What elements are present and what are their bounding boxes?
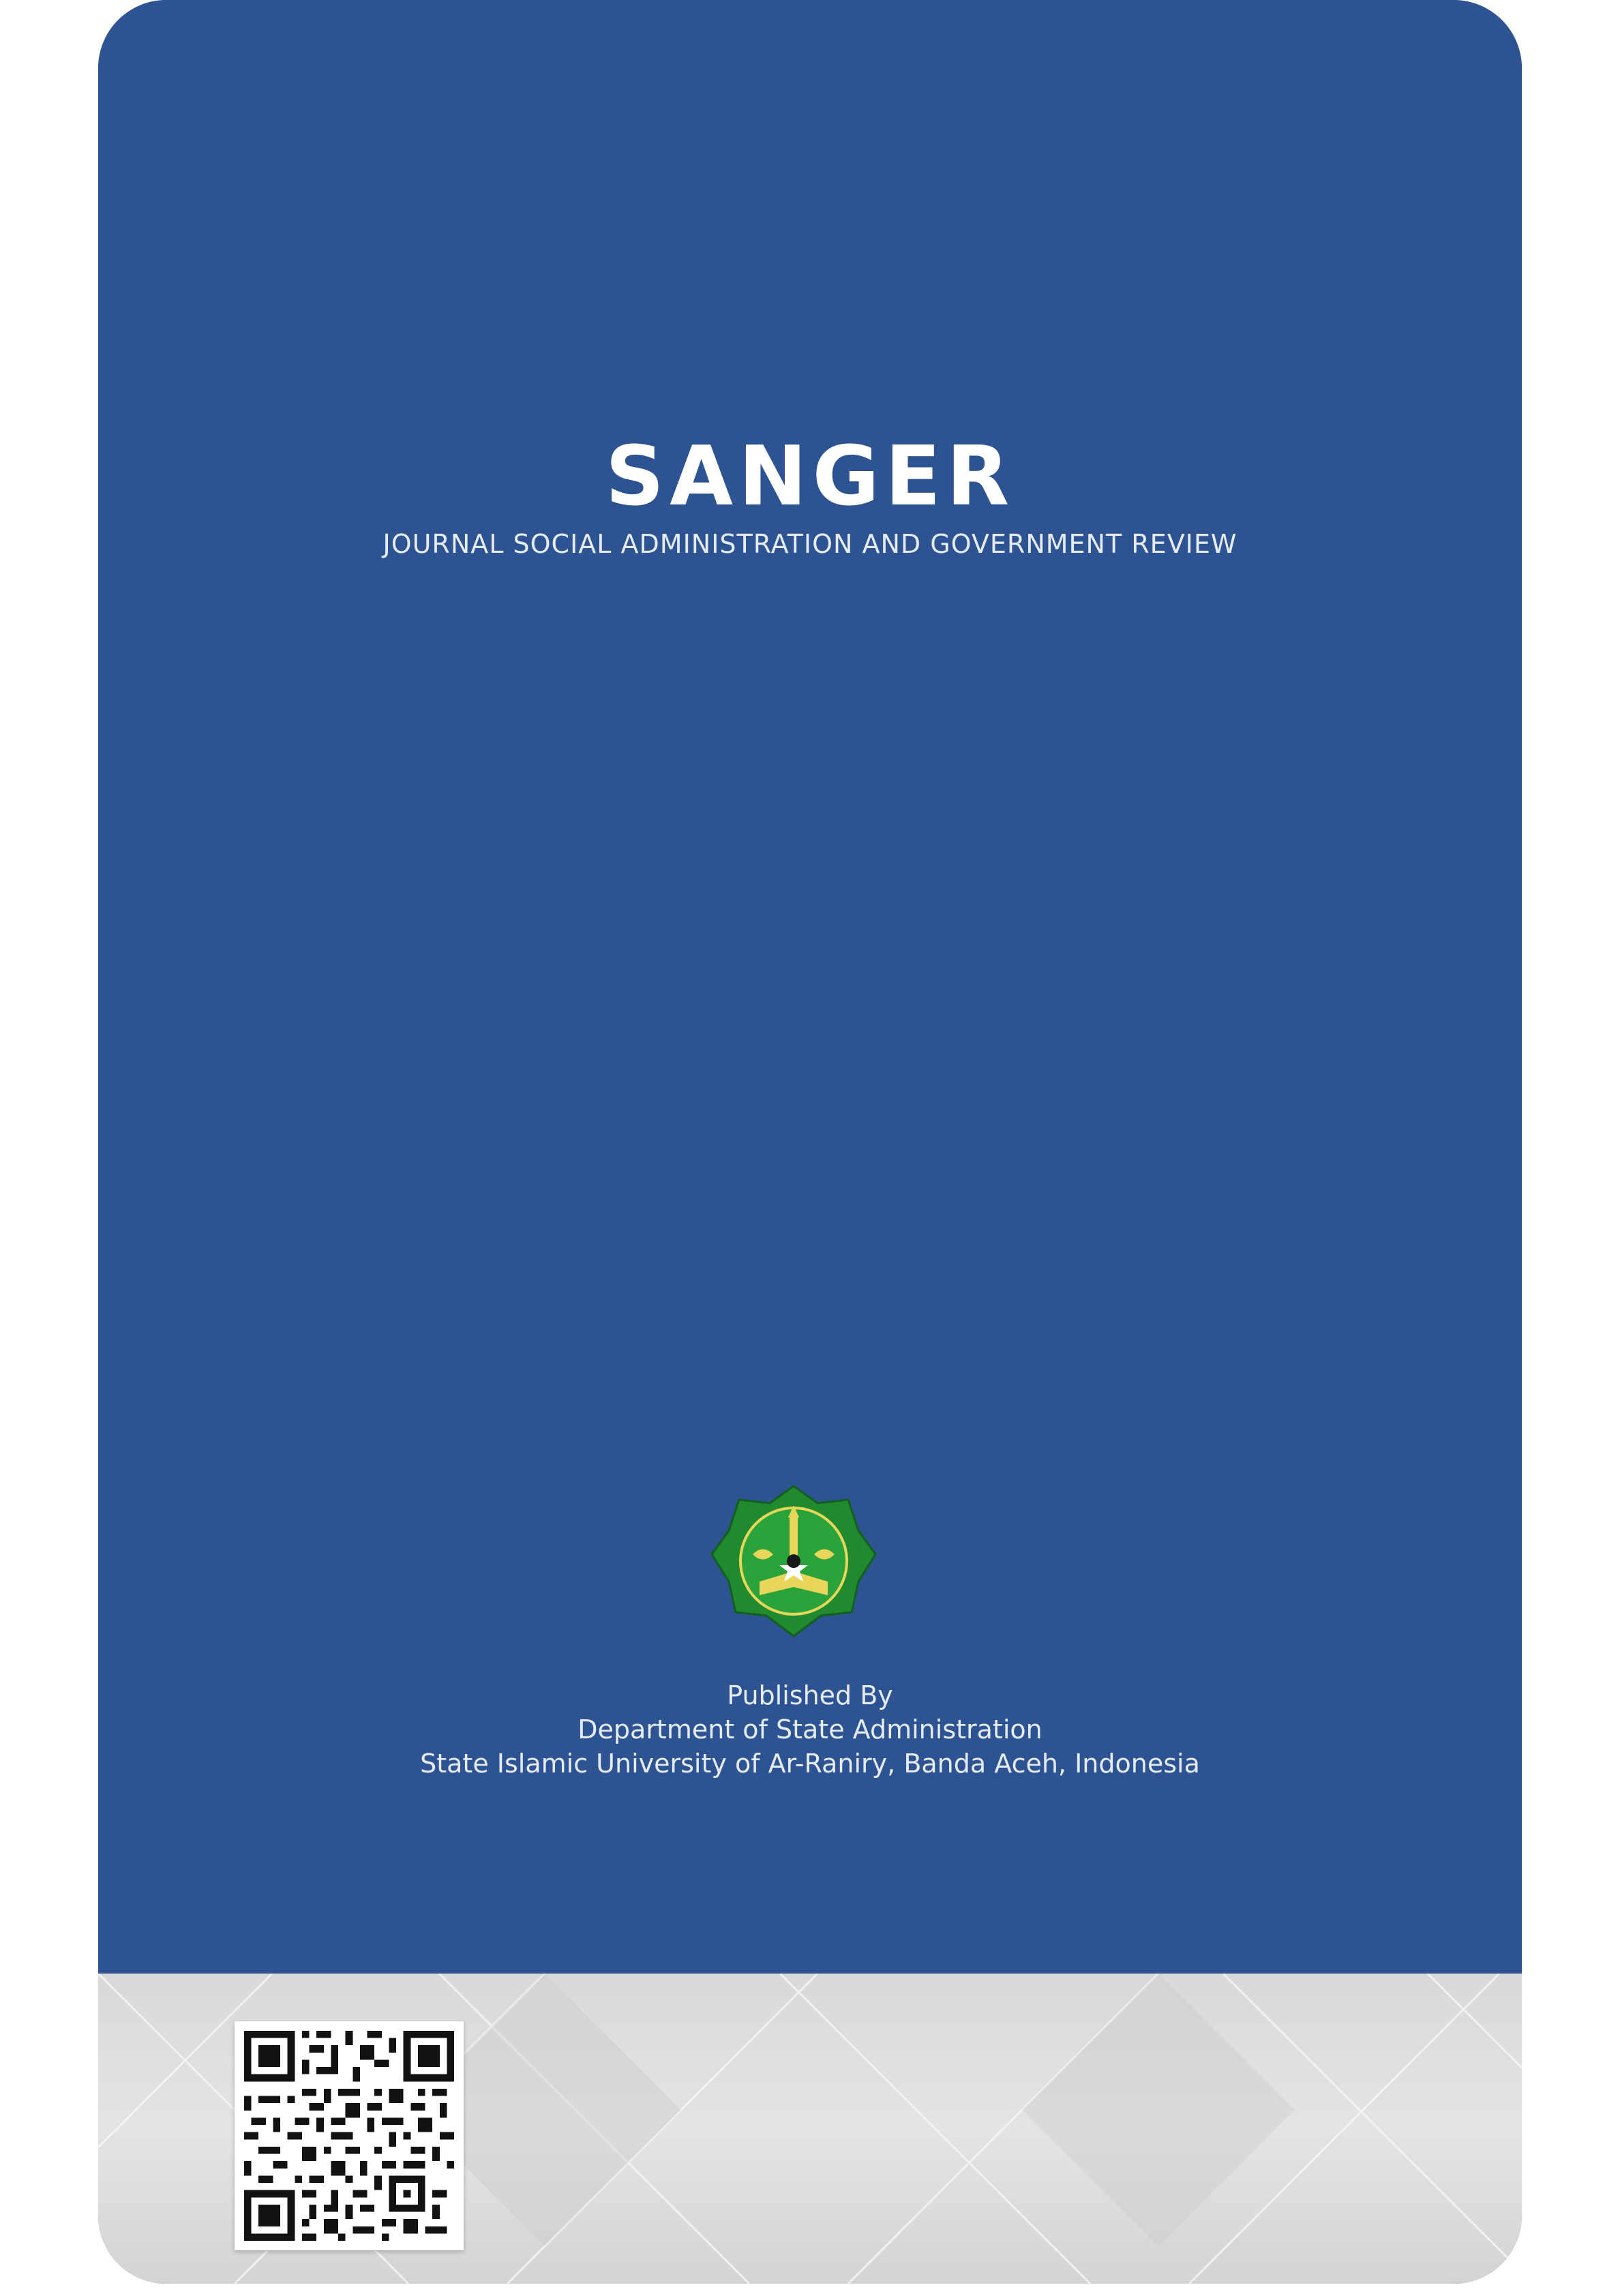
footer-pattern-band <box>98 1974 1522 2284</box>
publisher-block: Published By Department of State Adminis… <box>98 1678 1522 1781</box>
university-emblem-icon <box>705 1479 882 1643</box>
journal-subtitle: JOURNAL SOCIAL ADMINISTRATION AND GOVERN… <box>382 529 1238 559</box>
qr-code-icon <box>235 2021 464 2250</box>
publisher-line-3: State Islamic University of Ar-Raniry, B… <box>420 1749 1200 1779</box>
cover-blue-panel: SANGER JOURNAL SOCIAL ADMINISTRATION AND… <box>98 0 1522 1974</box>
journal-title: SANGER <box>605 429 1015 524</box>
journal-cover: SANGER JOURNAL SOCIAL ADMINISTRATION AND… <box>98 0 1522 2284</box>
publisher-line-2: Department of State Administration <box>578 1715 1042 1744</box>
publisher-line-1: Published By <box>727 1680 893 1710</box>
